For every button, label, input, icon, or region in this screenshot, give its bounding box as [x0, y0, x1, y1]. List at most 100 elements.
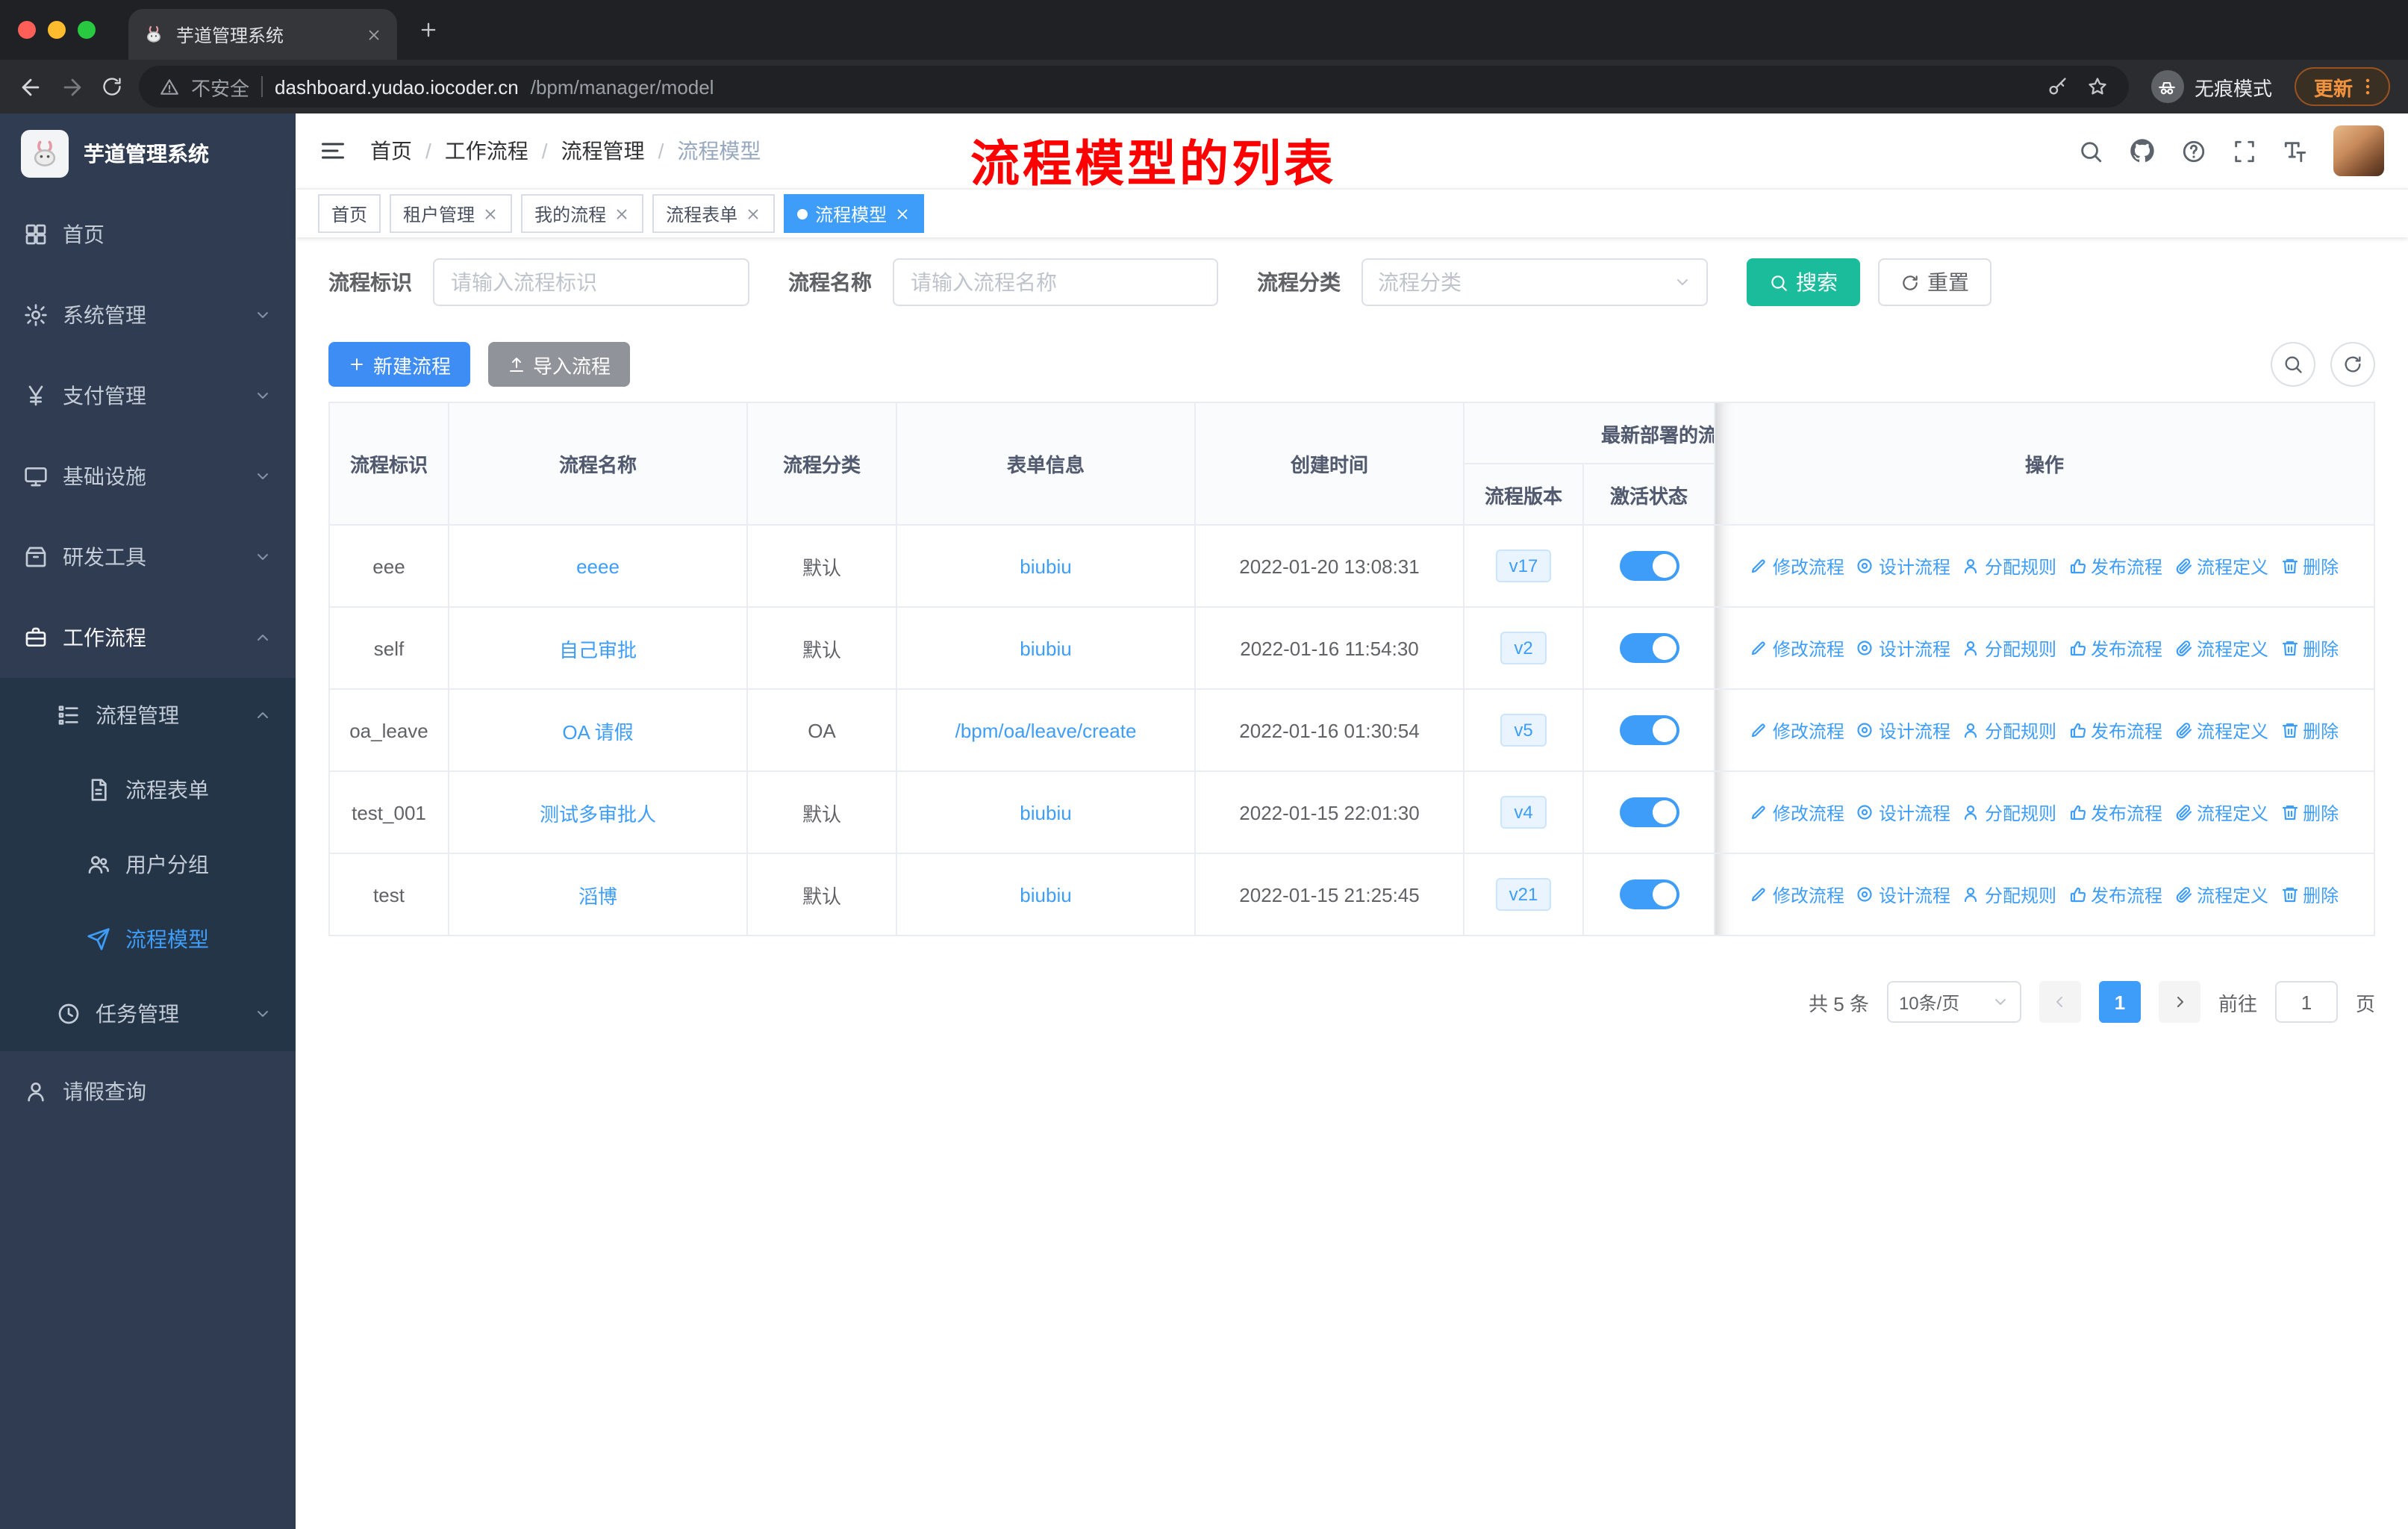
address-bar[interactable]: 不安全 dashboard.yudao.iocoder.cn/bpm/manag…: [139, 66, 2129, 108]
sidebar-item-infrastructure[interactable]: 基础设施: [0, 436, 296, 517]
action-assign-rules[interactable]: 分配规则: [1962, 882, 2056, 907]
window-zoom-button[interactable]: [78, 21, 96, 39]
github-icon[interactable]: [2129, 137, 2156, 164]
password-key-icon[interactable]: [2047, 76, 2068, 97]
action-modify-process[interactable]: 修改流程: [1750, 800, 1844, 825]
action-publish-process[interactable]: 发布流程: [2068, 635, 2162, 661]
active-toggle[interactable]: [1619, 715, 1679, 745]
security-label[interactable]: 不安全: [191, 72, 249, 101]
process-name-link[interactable]: 滔博: [578, 885, 617, 907]
close-icon[interactable]: [745, 205, 761, 222]
toggle-search-button[interactable]: [2271, 342, 2315, 387]
sidebar-item-payment[interactable]: 支付管理: [0, 355, 296, 436]
sidebar-item-leave-query[interactable]: 请假查询: [0, 1051, 296, 1132]
close-icon[interactable]: [482, 205, 499, 222]
version-badge[interactable]: v5: [1500, 714, 1547, 747]
action-assign-rules[interactable]: 分配规则: [1962, 717, 2056, 743]
action-design-process[interactable]: 设计流程: [1856, 553, 1950, 579]
next-page-button[interactable]: [2158, 981, 2200, 1023]
close-icon[interactable]: [614, 205, 630, 222]
bookmark-star-icon[interactable]: [2087, 76, 2108, 97]
form-info-link[interactable]: biubiu: [1020, 555, 1071, 577]
breadcrumb-process-management[interactable]: 流程管理: [561, 136, 645, 166]
process-name-link[interactable]: 自己审批: [559, 638, 637, 661]
breadcrumb-home[interactable]: 首页: [370, 136, 412, 166]
reload-button[interactable]: [102, 76, 122, 97]
sidebar-toggle-icon[interactable]: [319, 137, 346, 164]
form-info-link[interactable]: biubiu: [1020, 883, 1071, 906]
action-delete[interactable]: 删除: [2280, 882, 2339, 907]
window-minimize-button[interactable]: [48, 21, 66, 39]
sidebar-item-dev-tools[interactable]: 研发工具: [0, 517, 296, 597]
page-size-select[interactable]: 10条/页: [1886, 981, 2021, 1023]
tag-process-model[interactable]: 流程模型: [784, 194, 925, 233]
action-delete[interactable]: 删除: [2280, 635, 2339, 661]
action-assign-rules[interactable]: 分配规则: [1962, 800, 2056, 825]
tab-close-icon[interactable]: [366, 26, 382, 43]
prev-page-button[interactable]: [2039, 981, 2081, 1023]
version-badge[interactable]: v17: [1495, 549, 1552, 582]
create-process-button[interactable]: 新建流程: [328, 342, 471, 387]
reset-button[interactable]: 重置: [1878, 258, 1991, 306]
active-toggle[interactable]: [1619, 797, 1679, 827]
action-modify-process[interactable]: 修改流程: [1750, 882, 1844, 907]
forward-button[interactable]: [60, 74, 85, 99]
new-tab-button[interactable]: [418, 19, 439, 40]
search-button[interactable]: 搜索: [1747, 258, 1860, 306]
action-design-process[interactable]: 设计流程: [1856, 800, 1950, 825]
action-publish-process[interactable]: 发布流程: [2068, 553, 2162, 579]
active-toggle[interactable]: [1619, 551, 1679, 581]
version-badge[interactable]: v4: [1500, 796, 1547, 829]
browser-tab[interactable]: 芋道管理系统: [128, 9, 397, 60]
form-info-link[interactable]: /bpm/oa/leave/create: [955, 719, 1137, 741]
action-delete[interactable]: 删除: [2280, 553, 2339, 579]
action-assign-rules[interactable]: 分配规则: [1962, 553, 2056, 579]
action-process-definition[interactable]: 流程定义: [2174, 800, 2268, 825]
tag-process-form[interactable]: 流程表单: [652, 194, 776, 233]
back-button[interactable]: [18, 74, 43, 99]
update-button[interactable]: 更新: [2294, 67, 2390, 106]
process-name-link[interactable]: OA 请假: [562, 720, 633, 743]
page-button-1[interactable]: 1: [2098, 981, 2141, 1023]
tag-my-process[interactable]: 我的流程: [521, 194, 644, 233]
goto-page-input[interactable]: [2274, 981, 2338, 1023]
action-process-definition[interactable]: 流程定义: [2174, 635, 2268, 661]
sidebar-item-user-group[interactable]: 用户分组: [0, 827, 296, 902]
action-design-process[interactable]: 设计流程: [1856, 717, 1950, 743]
sidebar-item-system[interactable]: 系统管理: [0, 275, 296, 355]
sidebar-item-process-form[interactable]: 流程表单: [0, 753, 296, 827]
version-badge[interactable]: v2: [1500, 632, 1547, 664]
form-info-link[interactable]: biubiu: [1020, 801, 1071, 823]
action-delete[interactable]: 删除: [2280, 800, 2339, 825]
user-avatar[interactable]: [2333, 125, 2384, 176]
process-name-link[interactable]: eeee: [576, 555, 620, 577]
action-modify-process[interactable]: 修改流程: [1750, 717, 1844, 743]
search-icon[interactable]: [2078, 138, 2103, 164]
action-publish-process[interactable]: 发布流程: [2068, 800, 2162, 825]
breadcrumb-workflow[interactable]: 工作流程: [445, 136, 528, 166]
process-name-input[interactable]: [893, 258, 1218, 306]
active-toggle[interactable]: [1619, 633, 1679, 663]
browser-menu-icon[interactable]: [2357, 76, 2378, 97]
sidebar-item-home[interactable]: 首页: [0, 194, 296, 275]
sidebar-item-process-management[interactable]: 流程管理: [0, 678, 296, 753]
window-close-button[interactable]: [18, 21, 36, 39]
font-size-icon[interactable]: [2283, 138, 2308, 164]
active-toggle[interactable]: [1619, 879, 1679, 909]
sidebar-item-process-model[interactable]: 流程模型: [0, 902, 296, 977]
close-icon[interactable]: [894, 205, 911, 222]
action-publish-process[interactable]: 发布流程: [2068, 882, 2162, 907]
refresh-table-button[interactable]: [2330, 342, 2375, 387]
form-info-link[interactable]: biubiu: [1020, 637, 1071, 659]
sidebar-item-workflow[interactable]: 工作流程: [0, 597, 296, 678]
process-name-link[interactable]: 测试多审批人: [540, 803, 656, 825]
action-design-process[interactable]: 设计流程: [1856, 882, 1950, 907]
action-process-definition[interactable]: 流程定义: [2174, 717, 2268, 743]
import-process-button[interactable]: 导入流程: [488, 342, 631, 387]
category-select[interactable]: 流程分类: [1361, 258, 1708, 306]
action-modify-process[interactable]: 修改流程: [1750, 635, 1844, 661]
action-modify-process[interactable]: 修改流程: [1750, 553, 1844, 579]
help-icon[interactable]: [2181, 138, 2206, 164]
tag-home[interactable]: 首页: [318, 194, 381, 233]
action-publish-process[interactable]: 发布流程: [2068, 717, 2162, 743]
